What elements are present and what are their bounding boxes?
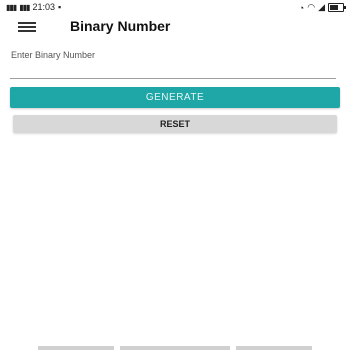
binary-input-label: Enter Binary Number bbox=[11, 50, 96, 60]
status-bar: ▮▮▮ ▮▮▮ 21:03 ▪ ◔ ◠ ◢ bbox=[0, 0, 350, 14]
status-time: 21:03 bbox=[32, 2, 55, 12]
nav-bar-segment bbox=[236, 346, 312, 350]
nav-bar-segment bbox=[120, 346, 230, 350]
battery-icon bbox=[328, 3, 346, 12]
app-bar: Binary Number bbox=[0, 14, 350, 40]
generate-button[interactable]: GENERATE bbox=[10, 87, 340, 108]
reset-button[interactable]: RESET bbox=[13, 115, 337, 133]
binary-number-input[interactable] bbox=[10, 62, 336, 79]
notification-icon: ▪ bbox=[57, 2, 62, 12]
hamburger-menu-icon[interactable] bbox=[18, 22, 36, 32]
page-title: Binary Number bbox=[70, 18, 171, 34]
nav-bar-segment bbox=[38, 346, 114, 350]
signal-icon: ▮▮▮ bbox=[6, 2, 17, 12]
signal-icon-2: ▮▮▮ bbox=[19, 2, 30, 12]
alarm-icon: ◔ bbox=[298, 2, 305, 13]
wifi-icon: ◠ bbox=[307, 2, 316, 12]
signal-strength-icon: ◢ bbox=[318, 2, 325, 12]
